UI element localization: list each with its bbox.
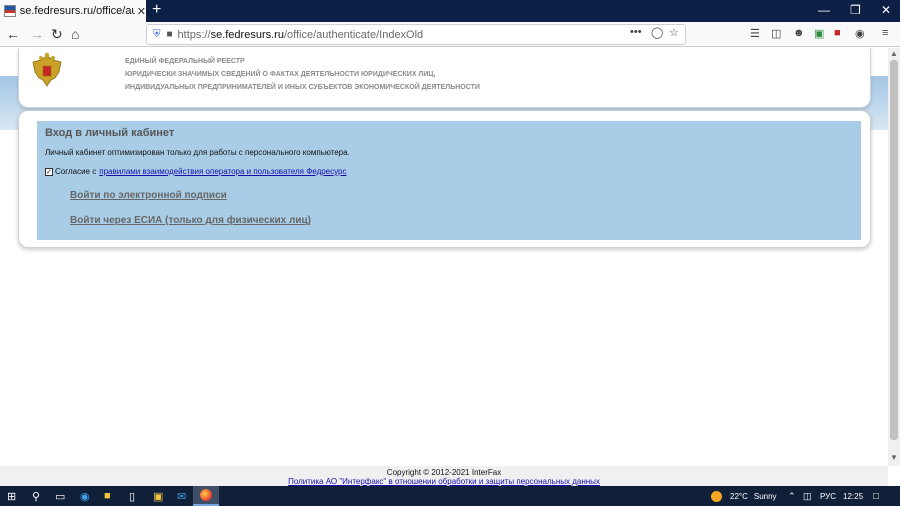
pocket-icon[interactable]: ◯ <box>651 26 663 39</box>
consent-label: Согласие с <box>55 167 97 176</box>
page-actions-icon[interactable]: ••• <box>630 26 642 38</box>
site-favicon-icon <box>4 5 16 17</box>
notifications-icon[interactable]: □ <box>873 488 879 504</box>
account-icon[interactable]: ☻ <box>793 27 805 39</box>
tab-close-icon[interactable]: ✕ <box>137 5 146 18</box>
browser-toolbar: ← → ↻ ⌂ ⛨ ■ https://se.fedresurs.ru/offi… <box>0 22 900 47</box>
language-indicator[interactable]: РУС <box>820 488 836 504</box>
extension-circle-icon[interactable]: ◉ <box>855 27 865 40</box>
menu-icon[interactable]: ≡ <box>882 27 888 39</box>
consent-checkbox[interactable]: ✓ <box>45 167 53 176</box>
edge-icon[interactable]: ◉ <box>80 488 90 504</box>
weather-widget[interactable]: 22°C Sunny <box>711 488 777 504</box>
file-explorer-icon[interactable]: ■ <box>104 488 111 504</box>
lock-icon[interactable]: ■ <box>167 29 173 40</box>
registry-title: ЕДИНЫЙ ФЕДЕРАЛЬНЫЙ РЕЕСТР ЮРИДИЧЕСКИ ЗНА… <box>125 55 480 94</box>
consent-rules-link[interactable]: правилами взаимодействия оператора и пол… <box>99 167 346 176</box>
firefox-icon <box>200 489 212 501</box>
login-signature-link[interactable]: Войти по электронной подписи <box>70 190 227 201</box>
browser-tab[interactable]: se.fedresurs.ru/office/authentica ✕ <box>0 0 146 22</box>
login-esia-link[interactable]: Войти через ЕСИА (только для физических … <box>70 215 311 226</box>
privacy-policy-link[interactable]: Политика АО "Интерфакс" в отношении обра… <box>0 477 888 486</box>
mail-icon[interactable]: ✉ <box>177 488 186 504</box>
store-icon[interactable]: ▣ <box>153 488 163 504</box>
extension-red-icon[interactable]: ■ <box>834 27 841 39</box>
tracking-shield-icon[interactable]: ⛨ <box>153 29 161 40</box>
coat-of-arms-icon <box>32 52 62 87</box>
bookmark-star-icon[interactable]: ☆ <box>669 26 679 39</box>
home-icon[interactable]: ⌂ <box>71 26 79 42</box>
login-card: Вход в личный кабинет Личный кабинет опт… <box>18 110 871 248</box>
minimize-button[interactable]: — <box>818 3 830 17</box>
copyright-text: Copyright © 2012-2021 InterFax <box>386 468 502 477</box>
sidebar-icon[interactable]: ◫ <box>771 27 781 40</box>
registry-line: ЮРИДИЧЕСКИ ЗНАЧИМЫХ СВЕДЕНИЙ О ФАКТАХ ДЕ… <box>125 71 436 78</box>
network-icon[interactable]: ◫ <box>803 488 812 504</box>
new-tab-button[interactable]: + <box>152 1 161 19</box>
notepad-icon[interactable]: ▯ <box>129 488 135 504</box>
forward-arrow-icon[interactable]: → <box>30 26 44 42</box>
login-title: Вход в личный кабинет <box>45 127 175 139</box>
page-scrollbar[interactable]: ▲ ▼ <box>888 48 900 466</box>
extension-icon[interactable]: ▣ <box>814 27 824 40</box>
restore-button[interactable]: ❐ <box>850 3 861 17</box>
tray-chevron-icon[interactable]: ⌃ <box>788 488 796 504</box>
reload-icon[interactable]: ↻ <box>51 26 63 43</box>
consent-row: ✓ Согласие с правилами взаимодействия оп… <box>45 167 347 176</box>
close-window-button[interactable]: ✕ <box>881 3 891 17</box>
address-bar[interactable]: ⛨ ■ https://se.fedresurs.ru/office/authe… <box>146 24 686 45</box>
scroll-up-icon[interactable]: ▲ <box>890 49 898 58</box>
tab-title: se.fedresurs.ru/office/authentica <box>19 5 135 17</box>
scroll-down-icon[interactable]: ▼ <box>890 453 898 462</box>
task-view-icon[interactable]: ▭ <box>55 488 65 504</box>
page-footer: Copyright © 2012-2021 InterFax Политика … <box>0 466 888 486</box>
firefox-taskbar-button[interactable] <box>193 486 219 506</box>
url-text: https://se.fedresurs.ru/office/authentic… <box>177 28 424 41</box>
start-windows-icon[interactable]: ⊞ <box>7 488 16 504</box>
weather-temp: 22°C <box>730 491 748 501</box>
windows-taskbar: ⊞ ⚲ ▭ ◉ ■ ▯ ▣ ✉ 22°C Sunny ⌃ ◫ РУС 12:25… <box>0 486 900 506</box>
login-panel: Вход в личный кабинет Личный кабинет опт… <box>37 121 861 240</box>
sun-icon <box>711 490 722 502</box>
search-icon[interactable]: ⚲ <box>32 488 40 504</box>
weather-desc: Sunny <box>753 491 777 501</box>
back-arrow-icon[interactable]: ← <box>6 26 20 42</box>
login-note: Личный кабинет оптимизирован только для … <box>45 148 350 157</box>
site-header: ЕДИНЫЙ ФЕДЕРАЛЬНЫЙ РЕЕСТР ЮРИДИЧЕСКИ ЗНА… <box>18 48 871 108</box>
library-icon[interactable]: ☰ <box>750 27 760 40</box>
browser-tab-bar: se.fedresurs.ru/office/authentica ✕ + — … <box>0 0 900 22</box>
registry-line: ИНДИВИДУАЛЬНЫХ ПРЕДПРИНИМАТЕЛЕЙ И ИНЫХ С… <box>125 84 480 91</box>
registry-line: ЕДИНЫЙ ФЕДЕРАЛЬНЫЙ РЕЕСТР <box>125 58 245 65</box>
page-viewport: ЕДИНЫЙ ФЕДЕРАЛЬНЫЙ РЕЕСТР ЮРИДИЧЕСКИ ЗНА… <box>0 48 888 466</box>
scrollbar-thumb[interactable] <box>890 60 898 440</box>
clock[interactable]: 12:25 <box>843 488 863 504</box>
